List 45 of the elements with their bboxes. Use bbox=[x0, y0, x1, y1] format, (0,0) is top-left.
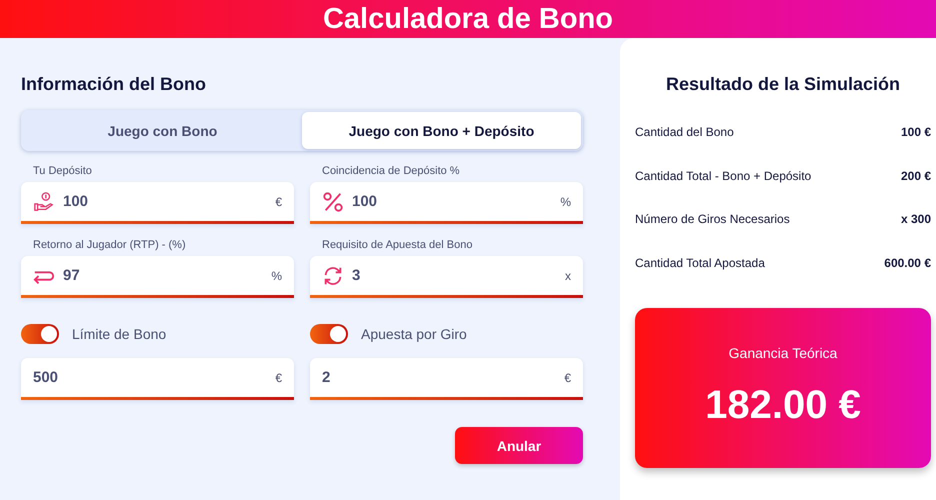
unit-label: % bbox=[271, 268, 282, 282]
results-title: Resultado de la Simulación bbox=[666, 74, 900, 95]
toggle-label: Apuesta por Giro bbox=[361, 326, 467, 342]
result-label: Cantidad del Bono bbox=[635, 125, 734, 141]
profit-label: Ganancia Teórica bbox=[728, 345, 838, 361]
field-label: Retorno al Jugador (RTP) - (%) bbox=[33, 239, 186, 251]
profit-value: 182.00 € bbox=[705, 383, 861, 428]
toggle-switch[interactable] bbox=[21, 324, 59, 344]
field-label: Coincidencia de Depósito % bbox=[322, 165, 460, 177]
input-field[interactable]: 500 € bbox=[21, 358, 294, 400]
unit-label: x bbox=[565, 268, 571, 282]
unit-label: % bbox=[560, 194, 571, 208]
result-value: 100 € bbox=[900, 125, 931, 141]
toggle-label: Límite de Bono bbox=[72, 326, 166, 342]
page-title: Calculadora de Bono bbox=[322, 2, 614, 36]
input-field[interactable]: 2 € bbox=[310, 358, 583, 400]
tab[interactable]: Juego con Bono bbox=[23, 112, 302, 149]
result-label: Cantidad Total Apostada bbox=[635, 256, 765, 272]
unit-label: € bbox=[275, 370, 282, 384]
result-value: x 300 bbox=[900, 212, 931, 228]
money-hand-icon bbox=[33, 190, 55, 212]
field-label: Requisito de Apuesta del Bono bbox=[322, 239, 472, 251]
input-field[interactable]: 97 % bbox=[21, 256, 294, 298]
result-value: 600.00 € bbox=[884, 256, 931, 272]
field-value: 3 bbox=[352, 267, 360, 284]
result-label: Cantidad Total - Bono + Depósito bbox=[635, 168, 812, 184]
field-value: 2 bbox=[322, 369, 330, 386]
field-value: 500 bbox=[33, 369, 58, 386]
field-value: 100 bbox=[352, 193, 378, 210]
unit-label: € bbox=[564, 370, 571, 384]
field-label: Tu Depósito bbox=[33, 165, 92, 177]
section-title: Información del Bono bbox=[21, 74, 206, 95]
toggle-switch[interactable] bbox=[310, 324, 348, 344]
tab[interactable]: Juego con Bono + Depósito bbox=[302, 112, 581, 149]
refresh-icon bbox=[322, 264, 344, 286]
field-value: 100 bbox=[63, 193, 88, 210]
input-field[interactable]: 100 % bbox=[310, 182, 583, 224]
field-value: 97 bbox=[63, 267, 80, 284]
result-value: 200 € bbox=[900, 168, 931, 184]
input-field[interactable]: 3 x bbox=[310, 256, 583, 298]
unit-label: € bbox=[275, 194, 282, 208]
percent-icon bbox=[322, 190, 344, 212]
cancel-button[interactable]: Anular bbox=[455, 427, 583, 464]
input-field[interactable]: 100 € bbox=[21, 182, 294, 224]
result-label: Número de Giros Necesarios bbox=[635, 212, 790, 228]
